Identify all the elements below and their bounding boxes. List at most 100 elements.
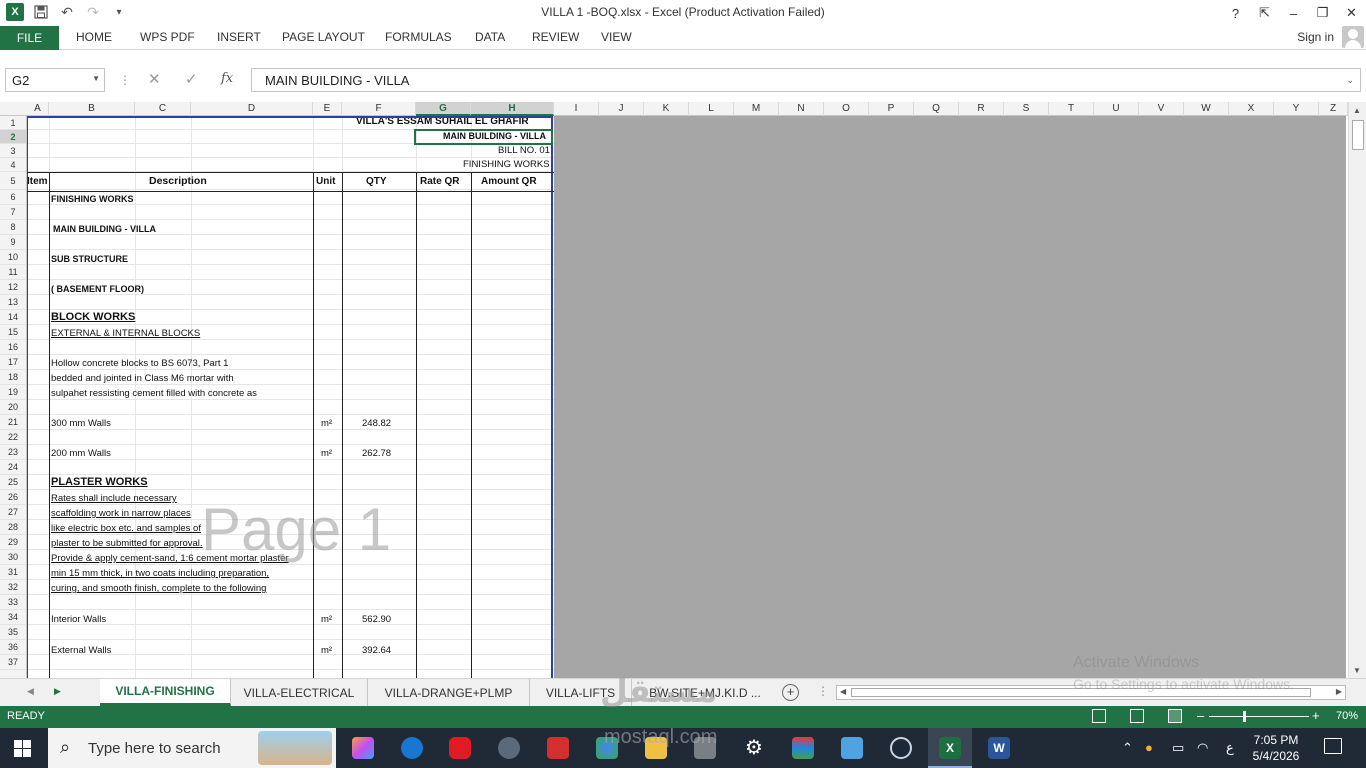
normal-view-icon[interactable] — [1092, 709, 1106, 723]
scroll-left-icon[interactable]: ◀ — [840, 687, 846, 696]
cell-b14[interactable]: BLOCK WORKS — [51, 311, 135, 323]
cell-b8[interactable]: MAIN BUILDING - VILLA — [53, 224, 156, 234]
column-header-c[interactable]: C — [135, 102, 191, 116]
cell-title-4[interactable]: FINISHING WORKS — [463, 159, 550, 170]
column-header-h[interactable]: H — [471, 102, 554, 116]
cell-title-3[interactable]: BILL NO. 01 — [498, 145, 550, 156]
worksheet-print-area[interactable]: VILLA'S ESSAM SUHAIL EL GHAFIR MAIN BUIL… — [27, 116, 554, 678]
cell-title-1[interactable]: VILLA'S ESSAM SUHAIL EL GHAFIR — [356, 116, 529, 127]
tray-chevron-up-icon[interactable]: ⌃ — [1122, 740, 1133, 756]
add-sheet-icon[interactable]: + — [782, 684, 799, 701]
expand-formula-bar-icon[interactable]: ⌄ — [1346, 75, 1354, 86]
row-header-7[interactable]: 7 — [0, 205, 26, 220]
column-header-m[interactable]: M — [734, 102, 779, 116]
tab-view[interactable]: VIEW — [601, 30, 632, 44]
column-header-t[interactable]: T — [1049, 102, 1094, 116]
column-header-r[interactable]: R — [959, 102, 1004, 116]
zoom-slider[interactable] — [1209, 716, 1309, 717]
cell-b18[interactable]: bedded and jointed in Class M6 mortar wi… — [51, 373, 234, 384]
row-header-19[interactable]: 19 — [0, 385, 26, 400]
cell-b23[interactable]: 200 mm Walls — [51, 448, 111, 459]
row-header-35[interactable]: 35 — [0, 625, 26, 640]
column-header-a[interactable]: A — [27, 102, 49, 116]
sheet-tab-villa-electrical[interactable]: VILLA-ELECTRICAL — [231, 679, 368, 706]
taskbar-search-box[interactable]: ⌕ Type here to search — [48, 728, 336, 768]
tab-review[interactable]: REVIEW — [532, 30, 579, 44]
tray-language[interactable]: ع — [1226, 740, 1234, 756]
wps-office-icon[interactable] — [547, 737, 569, 759]
cell-f36[interactable]: 392.64 — [362, 645, 391, 656]
zoom-slider-thumb[interactable] — [1242, 711, 1246, 722]
enter-entry-icon[interactable]: ✓ — [185, 70, 198, 88]
cell-b19[interactable]: sulpahet ressisting cement filled with c… — [51, 388, 257, 399]
tab-scroll-left-icon[interactable]: ◀ — [27, 686, 34, 697]
row-header-36[interactable]: 36 — [0, 640, 26, 655]
sheet-tab-villa-drange-plmp[interactable]: VILLA-DRANGE+PLMP — [368, 679, 530, 706]
tab-file[interactable]: FILE — [0, 26, 59, 50]
column-header-d[interactable]: D — [191, 102, 313, 116]
tray-weather-icon[interactable]: ● — [1145, 740, 1153, 755]
copilot-icon[interactable] — [352, 737, 374, 759]
header-qty[interactable]: QTY — [366, 176, 387, 187]
cell-b36[interactable]: External Walls — [51, 645, 111, 656]
ribbon-display-button[interactable]: ⇱ — [1250, 0, 1279, 26]
tab-insert[interactable]: INSERT — [217, 30, 261, 44]
column-header-u[interactable]: U — [1094, 102, 1139, 116]
tab-wps-pdf[interactable]: WPS PDF — [140, 30, 195, 44]
row-header-24[interactable]: 24 — [0, 460, 26, 475]
column-header-n[interactable]: N — [779, 102, 824, 116]
column-header-k[interactable]: K — [644, 102, 689, 116]
cell-b21[interactable]: 300 mm Walls — [51, 418, 111, 429]
column-header-o[interactable]: O — [824, 102, 869, 116]
column-header-z[interactable]: Z — [1319, 102, 1348, 116]
cell-f21[interactable]: 248.82 — [362, 418, 391, 429]
zoom-out-button[interactable]: – — [1197, 708, 1204, 723]
steam-icon[interactable] — [890, 737, 912, 759]
column-header-x[interactable]: X — [1229, 102, 1274, 116]
column-header-b[interactable]: B — [49, 102, 135, 116]
excel-taskbar-icon[interactable]: X — [939, 737, 961, 759]
edge-browser-icon[interactable] — [401, 737, 423, 759]
app-icon-swirl[interactable] — [498, 737, 520, 759]
row-header-14[interactable]: 14 — [0, 310, 26, 325]
header-unit[interactable]: Unit — [316, 176, 335, 187]
scroll-up-icon[interactable]: ▲ — [1353, 106, 1361, 115]
column-header-p[interactable]: P — [869, 102, 914, 116]
row-header-8[interactable]: 8 — [0, 220, 26, 235]
row-header-5[interactable]: 5 — [0, 172, 26, 190]
row-header-16[interactable]: 16 — [0, 340, 26, 355]
cell-e34[interactable]: m² — [321, 614, 332, 625]
column-header-v[interactable]: V — [1139, 102, 1184, 116]
column-header-e[interactable]: E — [313, 102, 342, 116]
cell-e21[interactable]: m² — [321, 418, 332, 429]
column-header-i[interactable]: I — [554, 102, 599, 116]
row-header-22[interactable]: 22 — [0, 430, 26, 445]
row-header-26[interactable]: 26 — [0, 490, 26, 505]
name-box[interactable]: G2 ▼ — [5, 68, 105, 92]
row-header-13[interactable]: 13 — [0, 295, 26, 310]
cancel-entry-icon[interactable]: ✕ — [148, 70, 161, 88]
row-header-20[interactable]: 20 — [0, 400, 26, 415]
row-header-17[interactable]: 17 — [0, 355, 26, 370]
header-item[interactable]: Item — [27, 176, 48, 187]
zoom-level[interactable]: 70% — [1336, 710, 1358, 722]
column-header-q[interactable]: Q — [914, 102, 959, 116]
page-break-preview-icon[interactable] — [1168, 709, 1182, 723]
row-header-11[interactable]: 11 — [0, 265, 26, 280]
cell-b27[interactable]: scaffolding work in narrow places — [51, 508, 191, 519]
row-header-21[interactable]: 21 — [0, 415, 26, 430]
zoom-in-button[interactable]: + — [1312, 708, 1320, 723]
taskbar-clock[interactable]: 7:05 PM 5/4/2026 — [1244, 732, 1308, 764]
row-header-18[interactable]: 18 — [0, 370, 26, 385]
tray-wifi-icon[interactable]: ◠ — [1197, 740, 1208, 756]
scroll-down-icon[interactable]: ▼ — [1353, 666, 1361, 675]
oracle-app-icon[interactable] — [449, 737, 471, 759]
cell-f23[interactable]: 262.78 — [362, 448, 391, 459]
header-rate[interactable]: Rate QR — [420, 176, 459, 187]
cell-b32[interactable]: curing, and smooth finish, complete to t… — [51, 583, 266, 594]
settings-gear-icon[interactable]: ⚙ — [743, 737, 765, 759]
column-header-j[interactable]: J — [599, 102, 644, 116]
row-header-12[interactable]: 12 — [0, 280, 26, 295]
row-header-15[interactable]: 15 — [0, 325, 26, 340]
sheet-tab-villa-finishing[interactable]: VILLA-FINISHING — [100, 679, 231, 706]
